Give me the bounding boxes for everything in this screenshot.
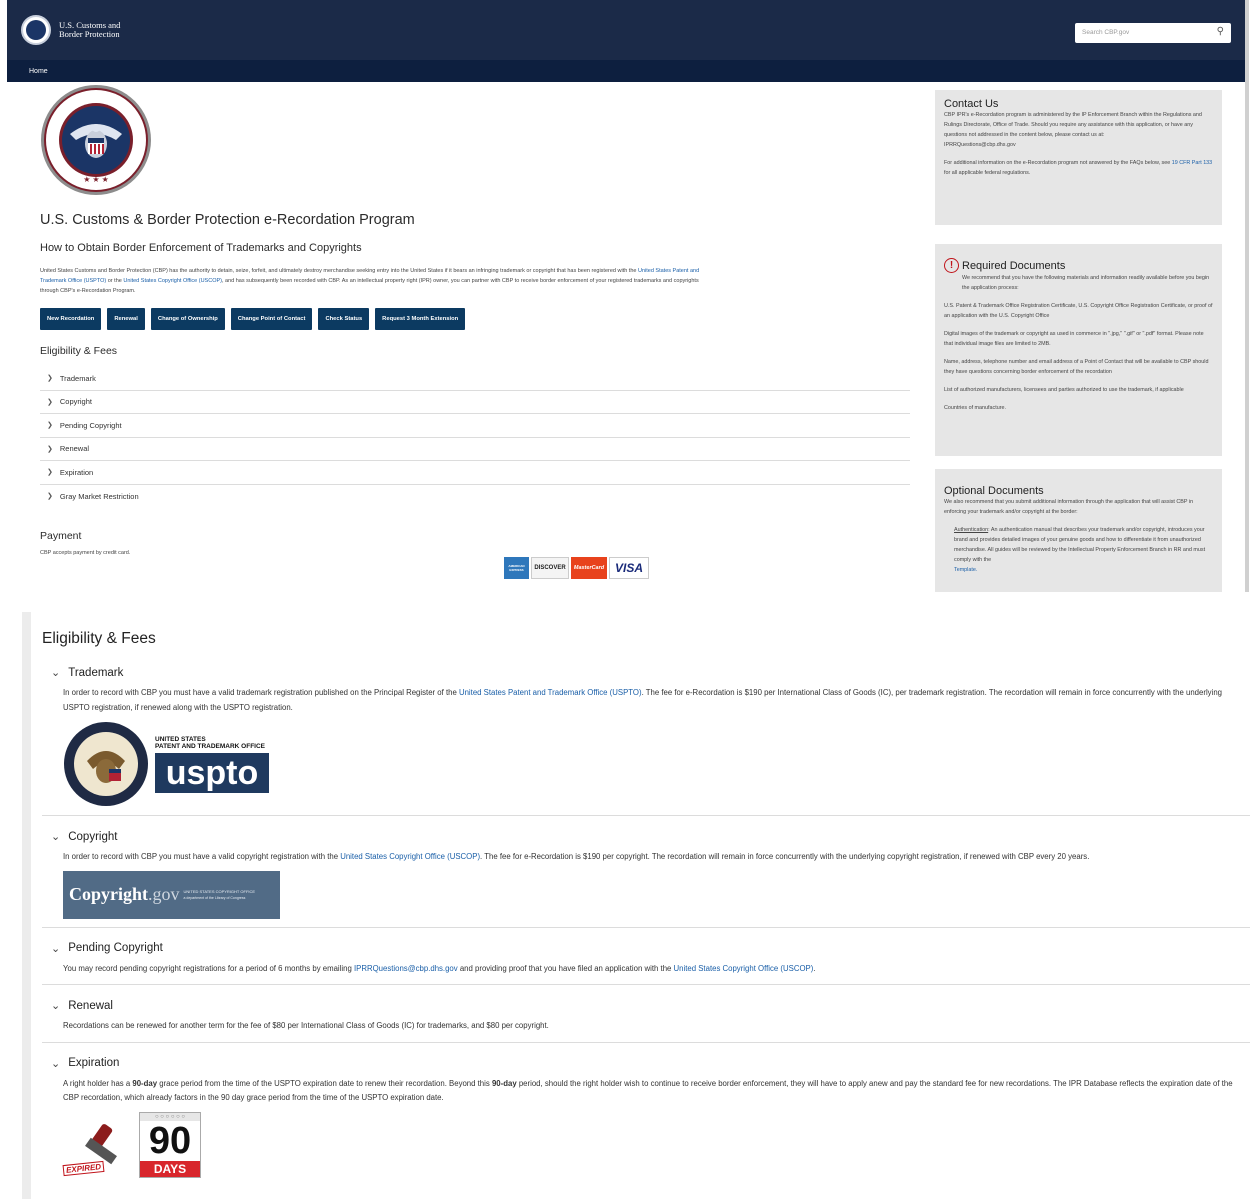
new-recordation-button[interactable]: New Recordation [40, 308, 102, 330]
main-content: ★ ★ ★ U.S. Customs & Border Protection e… [40, 82, 920, 579]
chevron-right-icon: ❯ [47, 398, 53, 406]
action-buttons: New Recordation Renewal Change of Owners… [40, 308, 920, 330]
chevron-down-icon: ⌄ [51, 667, 61, 679]
credit-cards: AMERICAN EXPRESS DISCOVER MasterCard VIS… [504, 557, 649, 579]
cbp-trade-seal-icon: ★ ★ ★ [40, 84, 152, 196]
site-header: U.S. Customs and Border Protection Searc… [7, 0, 1245, 60]
accordion-header-copyright[interactable]: ⌄ Copyright [51, 830, 1250, 844]
accordion-item-trademark[interactable]: ❯ Trademark [40, 367, 910, 391]
svg-text:★ ★ ★: ★ ★ ★ [83, 175, 109, 184]
uspto-seal-icon [64, 722, 148, 806]
accordion-section-expiration: ⌄ Expiration A right holder has a 90-day … [42, 1043, 1250, 1186]
mastercard-icon: MasterCard [571, 557, 607, 579]
expired-stamp-icon: EXPIRED [62, 1118, 135, 1178]
chevron-down-icon: ⌄ [51, 942, 61, 955]
required-item: Name, address, telephone number and emai… [944, 359, 1209, 375]
eligibility-accordion: ❯ Trademark ❯ Copyright ❯ Pending Copyright… [40, 367, 910, 508]
change-ownership-button[interactable]: Change of Ownership [150, 308, 225, 330]
expired-stamp-text: EXPIRED [62, 1160, 105, 1176]
uscop-link[interactable]: United States Copyright Office (USCOP) [123, 278, 222, 284]
chevron-right-icon: ❯ [47, 469, 53, 477]
uscop-link[interactable]: United States Copyright Office (USCOP) [674, 964, 814, 973]
request-extension-button[interactable]: Request 3 Month Extension [375, 308, 466, 330]
chevron-down-icon: ⌄ [51, 1057, 61, 1070]
contact-heading: Contact Us [944, 98, 999, 110]
eligibility-heading-expanded: Eligibility & Fees [42, 630, 156, 647]
chevron-down-icon: ⌄ [51, 831, 61, 843]
required-item: List of authorized manufacturers, licens… [944, 387, 1184, 393]
template-link[interactable]: Template. [954, 567, 977, 573]
accordion-header-trademark[interactable]: ⌄ Trademark [51, 666, 1250, 680]
accordion-section-copyright: ⌄ Copyright In order to record with CBP y… [42, 816, 1250, 928]
chevron-right-icon: ❯ [47, 422, 53, 430]
brand-name[interactable]: U.S. Customs and Border Protection [59, 21, 120, 39]
page-screenshot-expanded: Eligibility & Fees ⌄ Trademark In order t… [22, 612, 1254, 1199]
discover-card-icon: DISCOVER [531, 557, 569, 579]
copyright-wordmark: Copyright [69, 884, 149, 904]
required-heading: Required Documents [962, 259, 1066, 272]
accordion-section-trademark: ⌄ Trademark In order to record with CBP y… [42, 666, 1250, 816]
eligibility-heading: Eligibility & Fees [40, 345, 118, 357]
nav-home-link[interactable]: Home [29, 68, 48, 75]
chevron-down-icon: ⌄ [51, 1000, 61, 1012]
required-item: Countries of manufacture. [944, 405, 1007, 411]
accordion-header-expiration[interactable]: ⌄ Expiration [51, 1057, 1250, 1070]
visa-card-icon: VISA [609, 557, 649, 579]
search-input[interactable]: Search CBP.gov ⚲ [1075, 23, 1231, 43]
payment-text: CBP accepts payment by credit card. [40, 550, 131, 556]
accordion-section-pending-copyright: ⌄ Pending Copyright You may record pendin… [42, 928, 1250, 985]
chevron-right-icon: ❯ [47, 493, 53, 501]
accordion-header-pending-copyright[interactable]: ⌄ Pending Copyright [51, 942, 1250, 955]
calendar-90-days-icon: ○ ○ ○ ○ ○ ○ 90 DAYS [139, 1111, 201, 1178]
contact-email-link[interactable]: IPRRQuestions@cbp.dhs.gov [944, 140, 1213, 150]
accordion-item-pending-copyright[interactable]: ❯ Pending Copyright [40, 414, 910, 438]
calendar-number: 90 [148, 1119, 192, 1162]
uscop-link[interactable]: United States Copyright Office (USCOP) [340, 852, 480, 861]
uspto-link[interactable]: United States Patent and Trademark Offic… [459, 688, 642, 697]
alert-icon: ! [944, 258, 959, 273]
payment-heading: Payment [40, 530, 82, 542]
check-status-button[interactable]: Check Status [318, 308, 370, 330]
contact-us-panel: Contact Us CBP IPR's e-Recordation progr… [935, 90, 1222, 225]
copyright-gov-logo: Copyright .gov UNITED STATES COPYRIGHT O… [63, 870, 280, 919]
intro-paragraph: United States Customs and Border Protect… [40, 268, 700, 294]
accordion-item-renewal[interactable]: ❯ Renewal [40, 438, 910, 461]
amex-card-icon: AMERICAN EXPRESS [504, 557, 529, 579]
cfr-link[interactable]: 19 CFR Part 133 [1172, 160, 1212, 166]
optional-heading: Optional Documents [944, 485, 1044, 497]
uspto-logo: UNITED STATES PATENT AND TRADEMARK OFFIC… [63, 721, 1250, 807]
page-subtitle: How to Obtain Border Enforcement of Trad… [40, 242, 362, 254]
cbp-seal-icon[interactable] [21, 15, 51, 45]
nav-bar: Home [7, 60, 1245, 82]
accordion-item-gray-market[interactable]: ❯ Gray Market Restriction [40, 485, 910, 509]
required-item: U.S. Patent & Trademark Office Registrat… [944, 303, 1213, 319]
eligibility-accordion-expanded: ⌄ Trademark In order to record with CBP y… [42, 666, 1250, 1186]
accordion-section-renewal: ⌄ Renewal Recordations can be renewed for… [42, 985, 1250, 1043]
calendar-word: DAYS [140, 1160, 200, 1177]
required-item: Digital images of the trademark or copyr… [944, 331, 1204, 347]
optional-documents-panel: Optional Documents We also recommend tha… [935, 469, 1222, 592]
renewal-button[interactable]: Renewal [107, 308, 145, 330]
expiration-images: EXPIRED ○ ○ ○ ○ ○ ○ 90 DAYS [62, 1111, 1250, 1178]
chevron-right-icon: ❯ [47, 445, 53, 453]
page-title: U.S. Customs & Border Protection e-Recor… [40, 212, 415, 228]
search-icon[interactable]: ⚲ [1217, 26, 1224, 37]
accordion-header-renewal[interactable]: ⌄ Renewal [51, 999, 1250, 1013]
accordion-item-copyright[interactable]: ❯ Copyright [40, 391, 910, 414]
uspto-small-text: UNITED STATES PATENT AND TRADEMARK OFFIC… [155, 735, 266, 750]
chevron-right-icon: ❯ [47, 375, 53, 383]
required-documents-panel: ! Required Documents We recommend that y… [935, 244, 1222, 456]
copyright-gov-suffix: .gov [148, 884, 180, 904]
email-link[interactable]: IPRRQuestions@cbp.dhs.gov [354, 964, 458, 973]
page-screenshot-top: U.S. Customs and Border Protection Searc… [7, 0, 1249, 592]
accordion-item-expiration[interactable]: ❯ Expiration [40, 461, 910, 485]
uspto-wordmark: uspto [155, 752, 269, 793]
change-contact-button[interactable]: Change Point of Contact [230, 308, 313, 330]
